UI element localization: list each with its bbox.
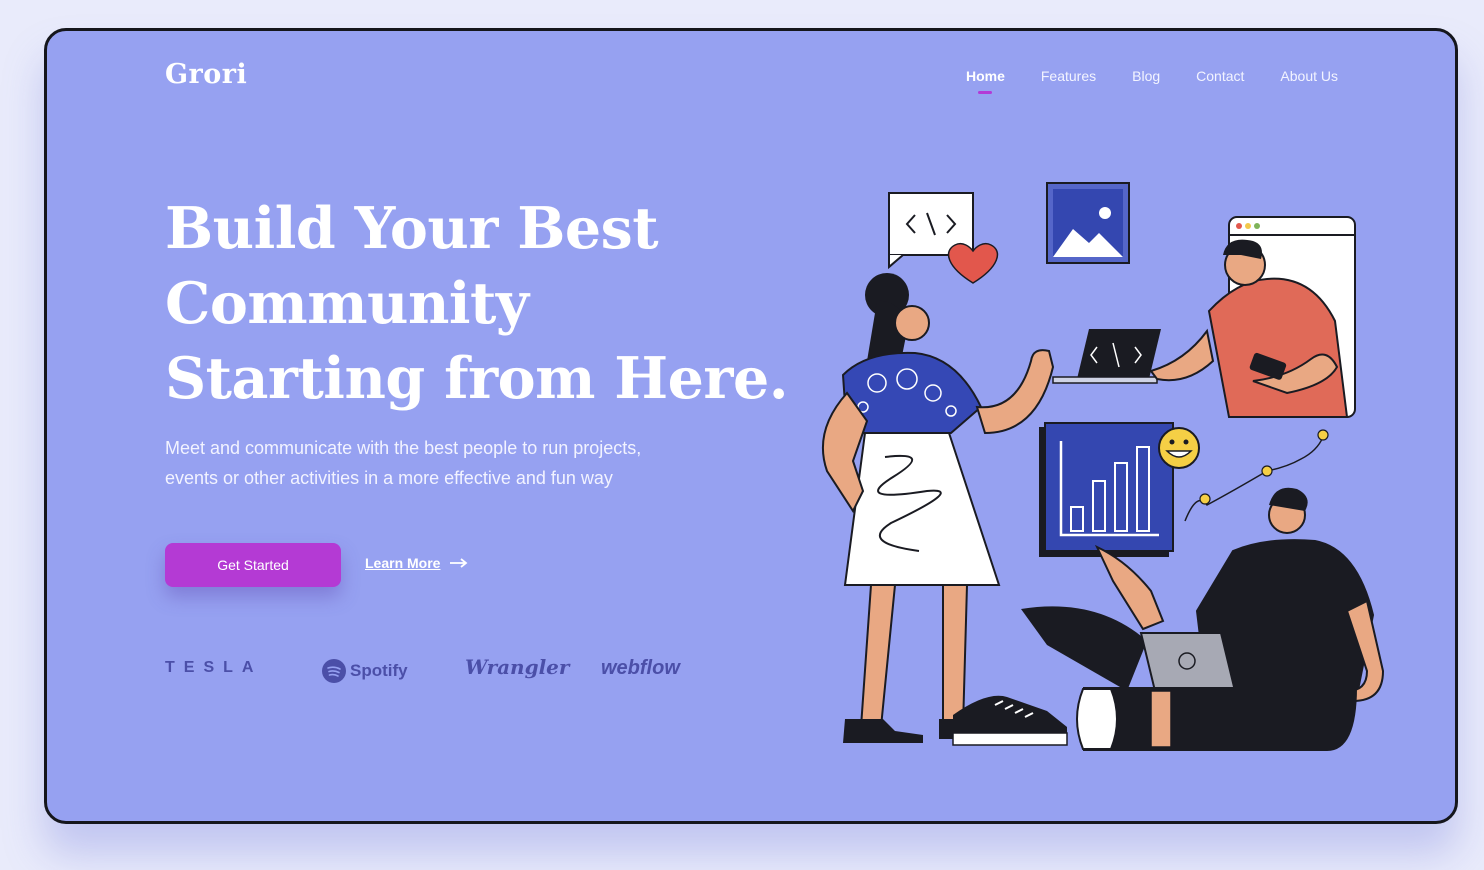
- site-logo[interactable]: Grori: [165, 59, 247, 90]
- learn-more-label: Learn More: [365, 555, 441, 571]
- hero-illustration: [821, 182, 1385, 751]
- headline-line-3: Starting from Here.: [165, 345, 789, 412]
- nav-item-contact[interactable]: Contact: [1196, 68, 1244, 84]
- spotify-label: Spotify: [350, 661, 408, 680]
- hero-headline: Build Your Best Community Starting from …: [165, 191, 789, 416]
- browser-frame: Grori Home Features Blog Contact About U…: [44, 28, 1458, 824]
- spotify-icon: [322, 659, 346, 683]
- nav-item-features[interactable]: Features: [1041, 68, 1096, 84]
- arrow-right-icon: [450, 558, 468, 568]
- smiley-icon: [1158, 427, 1200, 469]
- brand-logo-webflow: webflow: [601, 657, 680, 679]
- headline-line-2: Community: [165, 270, 529, 337]
- get-started-button[interactable]: Get Started: [165, 543, 341, 587]
- learn-more-link[interactable]: Learn More: [365, 555, 468, 571]
- nav-item-home[interactable]: Home: [966, 68, 1005, 84]
- nav-item-about-us[interactable]: About Us: [1280, 68, 1338, 84]
- brand-logo-wrangler: Wrangler: [465, 655, 570, 679]
- headline-line-1: Build Your Best: [165, 195, 659, 262]
- hero-subtext: Meet and communicate with the best peopl…: [165, 438, 642, 488]
- image-icon: [1046, 182, 1130, 264]
- brand-logo-tesla: TESLA: [165, 659, 263, 676]
- brand-logo-spotify: Spotify: [322, 659, 408, 683]
- nav-item-blog[interactable]: Blog: [1132, 68, 1160, 84]
- main-nav: Home Features Blog Contact About Us: [930, 68, 1338, 84]
